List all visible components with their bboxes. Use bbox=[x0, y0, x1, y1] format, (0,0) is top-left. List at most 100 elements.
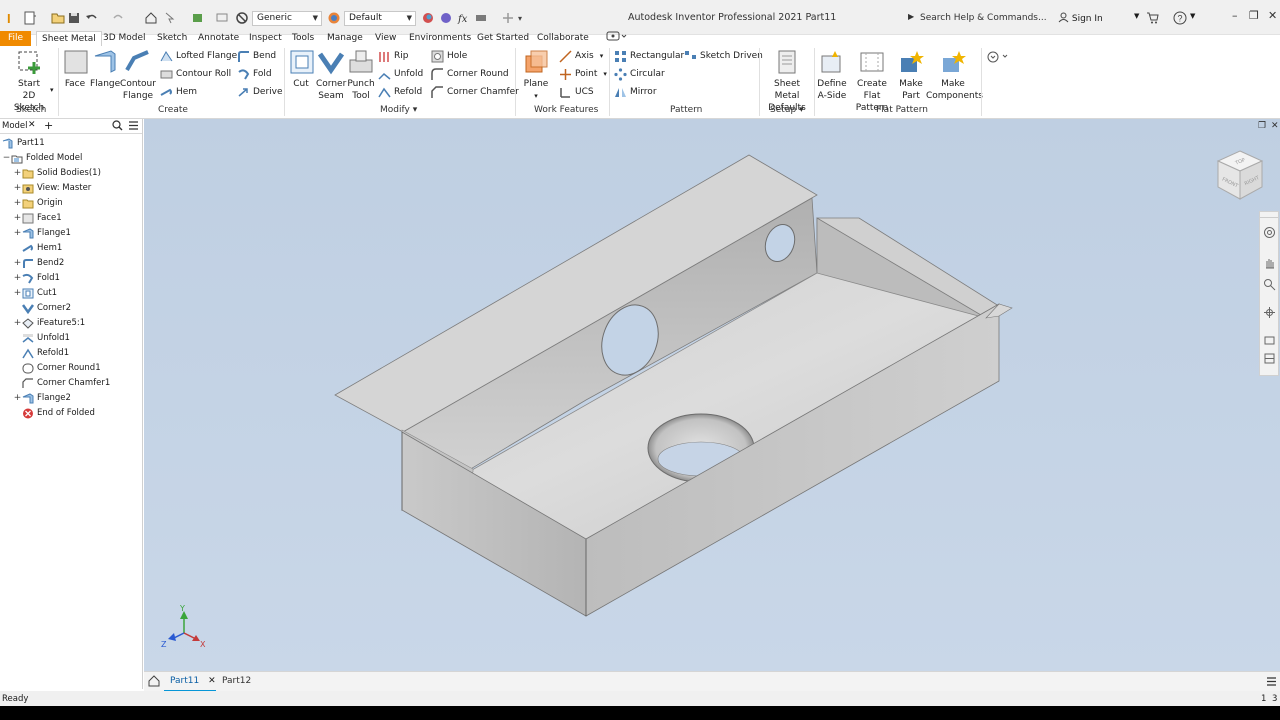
ucs-button[interactable]: UCS bbox=[559, 85, 594, 100]
view-cube[interactable]: TOP FRONT RIGHT bbox=[1214, 149, 1266, 203]
derive-button[interactable]: Derive bbox=[237, 85, 283, 100]
close-icon[interactable]: ✕ bbox=[1268, 9, 1277, 22]
appearance-icon[interactable] bbox=[326, 10, 342, 26]
contour-roll-button[interactable]: Contour Roll bbox=[160, 67, 231, 82]
help-dropdown-icon[interactable]: ▼ bbox=[1190, 12, 1195, 20]
add-browser-tab-icon[interactable]: + bbox=[44, 119, 53, 132]
home-tab-icon[interactable] bbox=[148, 675, 160, 687]
mirror-button[interactable]: Mirror bbox=[614, 85, 657, 100]
tree-view-master[interactable]: + View: Master bbox=[13, 181, 91, 196]
pan-icon[interactable] bbox=[1263, 256, 1276, 269]
tab-get-started[interactable]: Get Started bbox=[477, 31, 529, 46]
doc-tab-close-icon[interactable]: ✕ bbox=[208, 676, 216, 686]
tree-origin[interactable]: + Origin bbox=[13, 196, 63, 211]
browser-tab-close-icon[interactable]: ✕ bbox=[28, 120, 36, 130]
browser-tab-model[interactable]: Model bbox=[2, 121, 28, 131]
hem-button[interactable]: Hem bbox=[160, 85, 197, 100]
tree-root-part11[interactable]: Part11 bbox=[2, 136, 45, 151]
more-options-icon[interactable] bbox=[986, 50, 1010, 67]
group-label-setup[interactable]: Setup ▾ bbox=[770, 105, 804, 115]
expand-toggle-icon[interactable]: + bbox=[13, 256, 22, 271]
expand-toggle-icon[interactable]: + bbox=[13, 181, 22, 196]
circular-pattern-button[interactable]: Circular bbox=[614, 67, 665, 82]
redo-icon[interactable] bbox=[110, 10, 126, 26]
fold-button[interactable]: Fold bbox=[237, 67, 272, 82]
lofted-flange-button[interactable]: Lofted Flange bbox=[160, 49, 237, 64]
rip-button[interactable]: Rip bbox=[378, 49, 408, 64]
unfold-button[interactable]: Unfold bbox=[378, 67, 423, 82]
sheet-metal-part-model[interactable] bbox=[144, 119, 1280, 672]
restore-icon[interactable]: ❐ bbox=[1249, 9, 1259, 22]
refold-button[interactable]: Refold bbox=[378, 85, 422, 100]
graphics-viewport[interactable]: TOP FRONT RIGHT ❐ ✕ Y Z X bbox=[144, 119, 1280, 672]
tab-sketch[interactable]: Sketch bbox=[157, 31, 187, 46]
zoom-icon[interactable] bbox=[1263, 278, 1276, 291]
tree-solid-bodies[interactable]: + Solid Bodies(1) bbox=[13, 166, 101, 181]
sketch-driven-pattern-button[interactable]: Sketch Driven bbox=[684, 49, 763, 64]
tree-unfold1[interactable]: Unfold1 bbox=[13, 331, 70, 346]
define-a-side-button[interactable]: Define A-Side bbox=[816, 48, 848, 102]
expand-toggle-icon[interactable]: + bbox=[13, 391, 22, 406]
expand-toggle-icon[interactable]: + bbox=[13, 166, 22, 181]
group-label-modify[interactable]: Modify ▾ bbox=[380, 105, 417, 115]
new-icon[interactable] bbox=[22, 10, 38, 26]
tree-cut1[interactable]: + Cut1 bbox=[13, 286, 57, 301]
expand-toggle-icon[interactable]: − bbox=[2, 151, 11, 166]
home-icon[interactable] bbox=[143, 10, 159, 26]
tree-folded-model[interactable]: − Folded Model bbox=[2, 151, 82, 166]
point-button[interactable]: Point ▾ bbox=[559, 67, 607, 82]
sketch-dropdown-icon[interactable]: ▾ bbox=[50, 86, 54, 94]
select-icon[interactable] bbox=[162, 10, 178, 26]
clear-appearance-icon[interactable] bbox=[438, 10, 454, 26]
doc-tab-part12[interactable]: Part12 bbox=[222, 672, 251, 690]
update-icon[interactable] bbox=[190, 10, 206, 26]
viewport-restore-icon[interactable]: ❐ bbox=[1258, 121, 1266, 131]
fx-icon[interactable]: fx bbox=[456, 10, 472, 26]
open-icon[interactable] bbox=[50, 10, 66, 26]
corner-chamfer-button[interactable]: Corner Chamfer bbox=[431, 85, 519, 100]
no-symbol-icon[interactable] bbox=[234, 10, 250, 26]
make-part-button[interactable]: Make Part bbox=[896, 48, 926, 102]
rectangular-pattern-button[interactable]: Rectangular bbox=[614, 49, 684, 64]
doc-tab-part11[interactable]: Part11 ✕ bbox=[164, 672, 216, 692]
contour-flange-button[interactable]: Contour Flange bbox=[120, 48, 156, 102]
tab-annotate[interactable]: Annotate bbox=[198, 31, 239, 46]
tab-file[interactable]: File bbox=[0, 31, 32, 46]
tab-3d-model[interactable]: 3D Model bbox=[103, 31, 146, 46]
tree-hem1[interactable]: Hem1 bbox=[13, 241, 62, 256]
tab-manage[interactable]: Manage bbox=[327, 31, 363, 46]
axis-button[interactable]: Axis ▾ bbox=[559, 49, 603, 64]
tab-inspect[interactable]: Inspect bbox=[249, 31, 282, 46]
expand-toggle-icon[interactable]: + bbox=[13, 211, 22, 226]
browser-search-icon[interactable] bbox=[112, 120, 123, 134]
tree-flange1[interactable]: + Flange1 bbox=[13, 226, 71, 241]
ipart-icon[interactable] bbox=[474, 10, 490, 26]
make-components-button[interactable]: Make Components bbox=[926, 48, 983, 102]
expand-toggle-icon[interactable]: + bbox=[13, 271, 22, 286]
cart-icon[interactable] bbox=[1145, 10, 1161, 26]
tree-refold1[interactable]: Refold1 bbox=[13, 346, 69, 361]
save-icon[interactable] bbox=[66, 10, 82, 26]
inventor-logo-icon[interactable]: I bbox=[4, 10, 20, 26]
adjust-icon[interactable] bbox=[420, 10, 436, 26]
signin-dropdown-icon[interactable]: ▼ bbox=[1134, 12, 1139, 20]
customize-qat-icon[interactable]: ▾ bbox=[518, 10, 522, 26]
undo-icon[interactable] bbox=[84, 10, 100, 26]
flange-button[interactable]: Flange bbox=[90, 48, 120, 90]
view-face-icon[interactable] bbox=[1263, 352, 1276, 365]
expand-toggle-icon[interactable]: + bbox=[13, 316, 22, 331]
tree-face1[interactable]: + Face1 bbox=[13, 211, 62, 226]
search-input[interactable]: Search Help & Commands... bbox=[914, 10, 1052, 27]
measure-icon[interactable] bbox=[214, 10, 230, 26]
expand-toggle-icon[interactable]: + bbox=[13, 196, 22, 211]
look-at-icon[interactable] bbox=[1263, 334, 1276, 347]
appearance-combo[interactable]: Default ▼ bbox=[344, 11, 416, 26]
viewport-close-icon[interactable]: ✕ bbox=[1271, 121, 1279, 131]
tree-corner2[interactable]: Corner2 bbox=[13, 301, 71, 316]
plane-button[interactable]: Plane ▾ bbox=[520, 48, 552, 102]
tree-end-of-folded[interactable]: End of Folded bbox=[13, 406, 95, 421]
doc-tabs-menu-icon[interactable] bbox=[1266, 676, 1277, 687]
corner-seam-button[interactable]: Corner Seam bbox=[316, 48, 346, 102]
panel-options-icon[interactable] bbox=[606, 31, 628, 46]
bend-button[interactable]: Bend bbox=[237, 49, 276, 64]
